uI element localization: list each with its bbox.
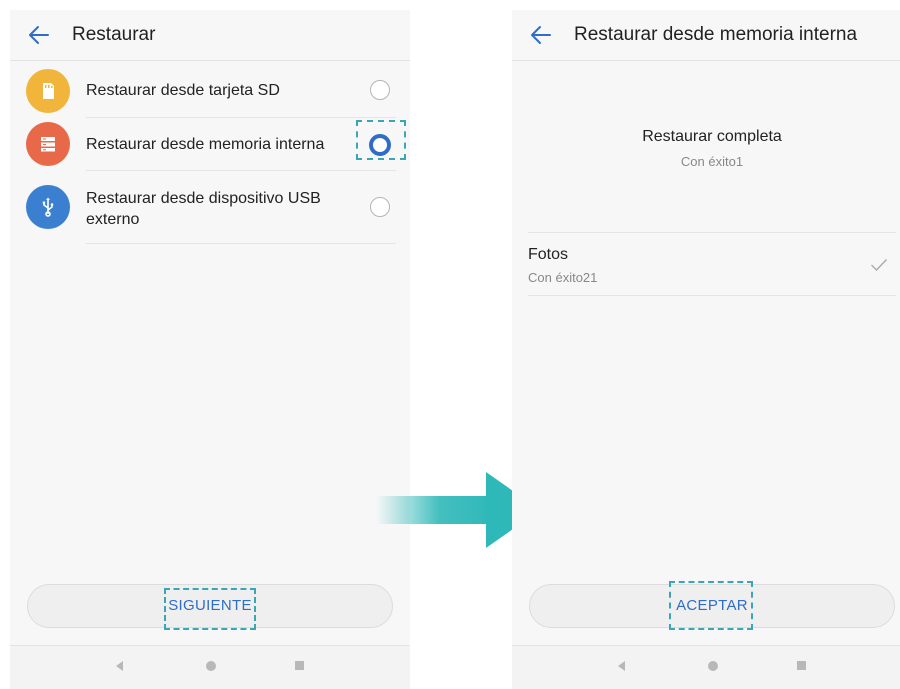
status-title: Restaurar completa: [642, 128, 782, 145]
page-title: Restaurar: [72, 24, 156, 45]
nav-recent-icon[interactable]: [797, 661, 806, 670]
list-item-photos: Fotos Con éxito21: [512, 240, 900, 296]
nav-back-icon[interactable]: [618, 661, 625, 671]
restore-screen: Restaurar Restaurar desde tarjeta SD Res…: [10, 10, 410, 689]
nav-home-icon[interactable]: [708, 661, 718, 671]
sd-card-icon: [26, 69, 70, 113]
option-label: Restaurar desde dispositivo USB externo: [86, 190, 321, 228]
option-internal-memory[interactable]: Restaurar desde memoria interna: [10, 119, 410, 169]
system-navigation-bar: [10, 645, 410, 689]
app-bar: Restaurar desde memoria interna: [512, 10, 900, 61]
item-subtitle: Con éxito21: [528, 270, 598, 285]
nav-home-icon[interactable]: [206, 661, 216, 671]
storage-icon: [26, 122, 70, 166]
status-subtitle: Con éxito1: [680, 154, 744, 169]
back-arrow-icon[interactable]: [26, 22, 52, 48]
back-arrow-icon[interactable]: [528, 22, 554, 48]
radio-sd-card[interactable]: [370, 80, 390, 100]
option-sd-card[interactable]: Restaurar desde tarjeta SD: [10, 66, 410, 116]
divider: [86, 117, 396, 118]
button-highlight: [164, 588, 256, 630]
option-label: Restaurar desde tarjeta SD: [86, 82, 280, 99]
divider: [528, 232, 896, 233]
system-navigation-bar: [512, 645, 900, 689]
selection-highlight: [356, 120, 406, 160]
item-title: Fotos: [528, 246, 569, 263]
option-usb-device[interactable]: Restaurar desde dispositivo USB externo: [10, 176, 410, 242]
button-highlight: [669, 581, 753, 630]
radio-usb-device[interactable]: [370, 197, 390, 217]
divider: [86, 243, 396, 244]
divider: [86, 170, 396, 171]
usb-icon: [26, 185, 70, 229]
nav-recent-icon[interactable]: [295, 661, 304, 670]
page-title: Restaurar desde memoria interna: [574, 24, 858, 45]
app-bar: Restaurar: [10, 10, 410, 61]
restore-result-screen: Restaurar desde memoria interna Restaura…: [512, 10, 900, 689]
check-icon: [871, 259, 888, 272]
option-label: Restaurar desde memoria interna: [86, 136, 325, 153]
nav-back-icon[interactable]: [116, 661, 123, 671]
divider: [528, 295, 896, 296]
